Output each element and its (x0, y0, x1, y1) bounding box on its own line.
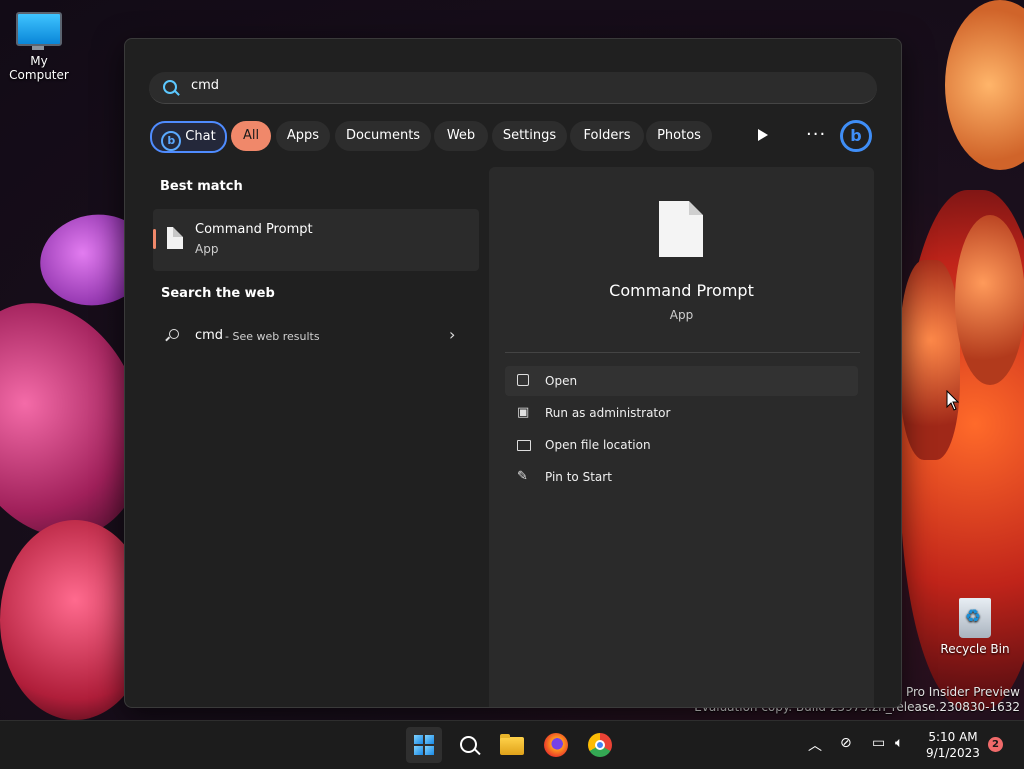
folder-icon (500, 734, 524, 755)
chrome-icon (588, 733, 612, 757)
windows-logo-icon (414, 735, 434, 755)
search-icon (169, 329, 179, 339)
search-icon (163, 80, 177, 94)
filter-bar: b Chat All Apps Documents Web Settings Fo… (150, 120, 890, 153)
network-icon[interactable]: ⊘ (840, 735, 852, 751)
action-open-file-location[interactable]: Open file location (505, 430, 858, 460)
best-match-item[interactable]: Command Prompt App (153, 209, 479, 271)
display-icon[interactable]: ▭ (872, 735, 885, 751)
filter-all[interactable]: All (231, 121, 271, 151)
desktop-icon-label: Recycle Bin (940, 642, 1010, 656)
folder-icon (517, 440, 531, 451)
filter-web[interactable]: Web (434, 121, 488, 151)
action-label: Run as administrator (545, 406, 671, 420)
taskbar-search-button[interactable] (450, 727, 486, 763)
search-box[interactable] (149, 72, 877, 104)
web-result-item[interactable]: cmd - See web results › (153, 319, 479, 353)
chevron-up-icon[interactable]: ︿ (808, 735, 822, 755)
details-pane: Command Prompt App Open ▣ Run as adminis… (489, 167, 874, 707)
open-external-icon (517, 374, 529, 386)
desktop-icon-label: My Computer (9, 54, 69, 82)
search-web-heading: Search the web (161, 286, 275, 301)
taskbar-chrome[interactable] (582, 727, 618, 763)
clock-time: 5:10 AM (928, 730, 978, 744)
best-match-heading: Best match (160, 179, 243, 194)
desktop-icon-recycle-bin[interactable]: Recycle Bin (938, 598, 1012, 656)
filter-settings[interactable]: Settings (492, 121, 567, 151)
shield-icon: ▣ (517, 405, 530, 420)
search-icon (460, 736, 477, 753)
start-search-panel: bChat All Apps Documents Web Settings Fo… (124, 38, 902, 708)
filter-apps[interactable]: Apps (276, 121, 330, 151)
filter-chat-label: Chat (185, 129, 216, 144)
wallpaper-shape (900, 260, 960, 460)
divider (505, 352, 860, 353)
action-open[interactable]: Open (505, 366, 858, 396)
action-label: Open file location (545, 438, 651, 452)
start-button[interactable] (406, 727, 442, 763)
filter-photos[interactable]: Photos (646, 121, 712, 151)
pin-icon: ✎ (517, 469, 528, 484)
action-label: Open (545, 374, 578, 388)
filter-chat[interactable]: b Chat (150, 121, 227, 153)
action-pin-to-start[interactable]: ✎ Pin to Start (505, 462, 858, 492)
filter-folders[interactable]: Folders (570, 121, 644, 151)
filter-documents[interactable]: Documents (335, 121, 431, 151)
best-match-type: App (195, 242, 219, 256)
more-options-icon[interactable]: ··· (806, 121, 826, 149)
monitor-icon (16, 12, 62, 50)
clock[interactable]: 5:10 AM 9/1/2023 (918, 729, 988, 761)
clock-date: 9/1/2023 (926, 746, 980, 760)
taskbar-firefox[interactable] (538, 727, 574, 763)
chevron-right-icon: › (449, 325, 456, 344)
file-icon (659, 201, 703, 257)
bing-chat-icon: b (161, 131, 182, 151)
best-match-name: Command Prompt (195, 222, 313, 237)
file-icon (167, 227, 183, 249)
bing-icon[interactable]: b (840, 120, 872, 152)
recycle-bin-icon (959, 598, 991, 638)
action-run-as-admin[interactable]: ▣ Run as administrator (505, 398, 858, 428)
web-result-subtitle: - See web results (225, 330, 320, 343)
selection-indicator (153, 229, 156, 249)
taskbar-file-explorer[interactable] (494, 727, 530, 763)
wallpaper-shape (955, 215, 1024, 385)
wallpaper-shape (945, 0, 1024, 170)
detail-app-type: App (669, 308, 694, 322)
play-icon[interactable] (758, 129, 768, 141)
search-input[interactable] (191, 78, 791, 93)
notification-badge[interactable]: 2 (988, 737, 1003, 752)
action-label: Pin to Start (545, 470, 612, 484)
volume-icon[interactable]: 🔈︎ (895, 735, 903, 751)
web-query: cmd (195, 328, 224, 343)
taskbar: ︿ ⊘ ▭ 🔈︎ 5:10 AM 9/1/2023 2 (0, 720, 1024, 769)
firefox-icon (544, 733, 568, 757)
desktop-icon-my-computer[interactable]: My Computer (0, 8, 78, 82)
detail-app-name: Command Prompt (609, 281, 754, 300)
